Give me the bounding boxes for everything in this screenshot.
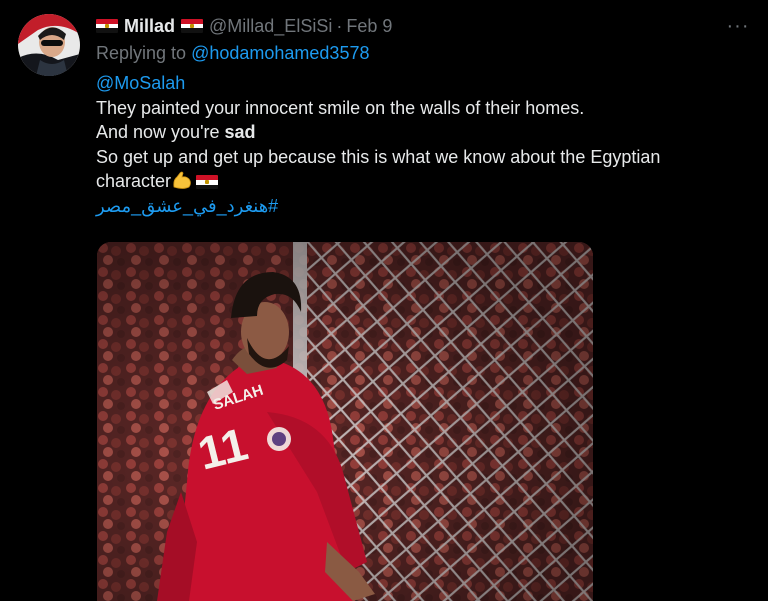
egypt-flag-icon <box>96 19 118 33</box>
tweet-line-4-text: character <box>96 171 172 191</box>
avatar[interactable] <box>18 14 80 76</box>
player-celebration-photo: SALAH 11 <box>97 242 593 601</box>
egypt-flag-icon <box>196 175 219 190</box>
replying-to: Replying to @hodamohamed3578 <box>96 43 369 64</box>
egypt-flag-icon <box>181 19 204 33</box>
tweet-text: @MoSalah They painted your innocent smil… <box>96 71 736 218</box>
tweet-line-1: They painted your innocent smile on the … <box>96 97 585 118</box>
author-handle[interactable]: @Millad_ElSiSi <box>209 16 332 37</box>
reply-target-link[interactable]: @hodamohamed3578 <box>191 43 369 63</box>
separator-dot: · <box>336 15 343 36</box>
tweet-line-2-bold: sad <box>224 122 256 142</box>
tweet[interactable]: Millad @Millad_ElSiSi · Feb 9 ··· Replyi… <box>0 0 768 601</box>
tweet-line-3: So get up and get up because this is wha… <box>96 146 661 167</box>
tweet-line-2-text: And now you're <box>96 122 225 142</box>
avatar-image <box>18 14 80 76</box>
author-display-name[interactable]: Millad <box>124 16 175 37</box>
mention-link[interactable]: @MoSalah <box>96 71 736 96</box>
tweet-line-2: And now you're sad <box>96 120 736 145</box>
hashtag-link[interactable]: #هنغرد_في_عشق_مصر <box>96 194 736 219</box>
flexed-biceps-icon <box>173 171 191 189</box>
tweet-header: Millad @Millad_ElSiSi · Feb 9 <box>96 14 392 38</box>
more-options-icon[interactable]: ··· <box>726 14 750 38</box>
replying-to-label: Replying to <box>96 43 187 63</box>
tweet-media-image[interactable]: SALAH 11 <box>97 242 593 601</box>
tweet-line-4: character <box>96 169 736 194</box>
timestamp[interactable]: Feb 9 <box>346 16 392 37</box>
